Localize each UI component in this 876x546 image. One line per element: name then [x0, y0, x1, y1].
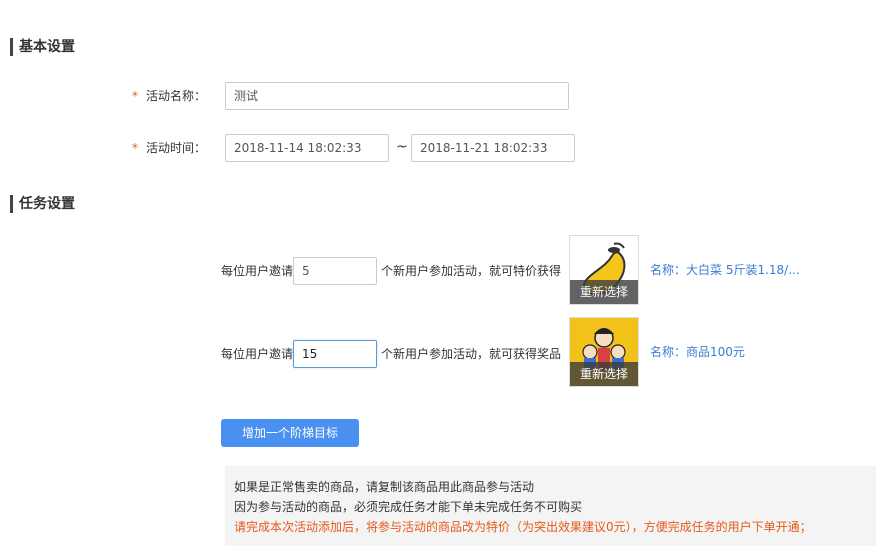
activity-name-label: * 活动名称：	[132, 86, 206, 106]
add-tier-button[interactable]: 增加一个阶梯目标	[221, 419, 359, 447]
time-range-separator: ~	[396, 139, 408, 155]
end-time-input[interactable]: 2018-11-21 18:02:33	[411, 134, 575, 162]
task-settings-title: 任务设置	[10, 195, 75, 213]
tier2-product-image[interactable]: 重新选择	[569, 317, 639, 387]
activity-name-label-text: 活动名称：	[146, 89, 207, 103]
activity-name-input[interactable]: 测试	[225, 82, 569, 110]
activity-time-label-text: 活动时间：	[146, 141, 207, 155]
note-box: 如果是正常售卖的商品，请复制该商品用此商品参与活动 因为参与活动的商品，必须完成…	[225, 466, 876, 546]
note-line-2: 因为参与活动的商品，必须完成任务才能下单未完成任务不可购买	[234, 500, 583, 514]
required-mark: *	[132, 141, 138, 155]
tier1-count-input[interactable]: 5	[293, 257, 377, 285]
tier1-suffix: 个新用户参加活动，就可特价获得	[381, 264, 562, 278]
activity-time-label: * 活动时间：	[132, 138, 206, 158]
note-line-1: 如果是正常售卖的商品，请复制该商品用此商品参与活动	[234, 480, 535, 494]
tier2-product-name[interactable]: 名称：商品100元	[650, 342, 745, 362]
tier1-prefix: 每位用户邀请	[221, 264, 294, 278]
tier1-product-image[interactable]: 重新选择	[569, 235, 639, 305]
tier2-suffix: 个新用户参加活动，就可获得奖品	[381, 347, 562, 361]
tier1-product-name[interactable]: 名称：大白菜 5斤装1.18/...	[650, 260, 800, 280]
basic-settings-title: 基本设置	[10, 38, 75, 56]
required-mark: *	[132, 89, 138, 103]
tier2-prefix: 每位用户邀请	[221, 347, 294, 361]
note-line-3: 请完成本次活动添加后，将参与活动的商品改为特价（为突出效果建议0元），方便完成任…	[234, 520, 812, 534]
start-time-input[interactable]: 2018-11-14 18:02:33	[225, 134, 389, 162]
tier2-reselect-button[interactable]: 重新选择	[570, 362, 638, 386]
tier2-count-input[interactable]: 15	[293, 340, 377, 368]
tier1-reselect-button[interactable]: 重新选择	[570, 280, 638, 304]
